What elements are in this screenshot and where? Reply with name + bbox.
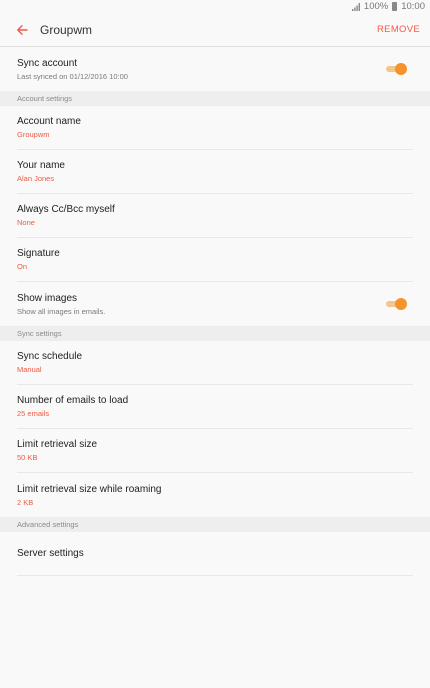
- sync-account-row[interactable]: Sync account Last synced on 01/12/2016 1…: [17, 47, 413, 91]
- show-images-toggle[interactable]: [386, 297, 407, 311]
- status-bar: 100% 10:00: [0, 0, 430, 13]
- server-settings-row[interactable]: Server settings: [17, 532, 413, 576]
- cc-bcc-row[interactable]: Always Cc/Bcc myself None: [17, 194, 413, 238]
- signal-icon: [351, 2, 360, 11]
- sync-account-subtitle: Last synced on 01/12/2016 10:00: [17, 71, 128, 81]
- retrieval-size-title: Limit retrieval size: [17, 439, 98, 450]
- retrieval-size-row[interactable]: Limit retrieval size 50 KB: [17, 429, 413, 473]
- clock: 10:00: [401, 1, 425, 12]
- retrieval-roaming-row[interactable]: Limit retrieval size while roaming 2 KB: [17, 473, 413, 517]
- sync-account-title: Sync account: [17, 57, 78, 69]
- account-name-title: Account name: [17, 116, 81, 127]
- battery-icon: [392, 2, 398, 11]
- sync-schedule-row[interactable]: Sync schedule Manual: [17, 341, 413, 385]
- your-name-title: Your name: [17, 160, 65, 171]
- retrieval-roaming-value: 2 KB: [17, 497, 34, 507]
- your-name-row[interactable]: Your name Alan Jones: [17, 150, 413, 194]
- emails-to-load-title: Number of emails to load: [17, 395, 129, 406]
- battery-percent: 100%: [363, 1, 389, 12]
- sync-schedule-title: Sync schedule: [17, 351, 83, 362]
- section-account-settings: Account settings: [0, 91, 430, 106]
- signature-row[interactable]: Signature On: [17, 238, 413, 282]
- page-title: Groupwm: [40, 22, 93, 37]
- account-name-value: Groupwm: [17, 130, 50, 139]
- back-arrow-icon: [17, 24, 28, 35]
- show-images-subtitle: Show all images in emails.: [17, 306, 106, 316]
- signature-title: Signature: [17, 248, 60, 259]
- cc-bcc-value: None: [17, 218, 35, 227]
- back-button[interactable]: [12, 20, 32, 40]
- your-name-value: Alan Jones: [17, 174, 55, 183]
- section-sync-settings: Sync settings: [0, 326, 430, 341]
- app-bar: Groupwm REMOVE: [0, 13, 430, 47]
- toggle-thumb: [395, 298, 407, 310]
- retrieval-roaming-title: Limit retrieval size while roaming: [17, 483, 162, 495]
- show-images-title: Show images: [17, 292, 78, 304]
- server-settings-title: Server settings: [17, 548, 84, 559]
- account-name-row[interactable]: Account name Groupwm: [17, 106, 413, 150]
- toggle-thumb: [395, 63, 407, 75]
- show-images-row[interactable]: Show images Show all images in emails.: [17, 282, 413, 326]
- sync-account-toggle[interactable]: [386, 62, 407, 76]
- signature-value: On: [17, 262, 28, 271]
- emails-to-load-row[interactable]: Number of emails to load 25 emails: [17, 385, 413, 429]
- section-advanced-settings: Advanced settings: [0, 517, 430, 532]
- emails-to-load-value: 25 emails: [17, 409, 50, 418]
- sync-schedule-value: Manual: [17, 365, 42, 374]
- remove-button[interactable]: REMOVE: [377, 24, 420, 35]
- cc-bcc-title: Always Cc/Bcc myself: [17, 204, 115, 215]
- retrieval-size-value: 50 KB: [17, 453, 38, 462]
